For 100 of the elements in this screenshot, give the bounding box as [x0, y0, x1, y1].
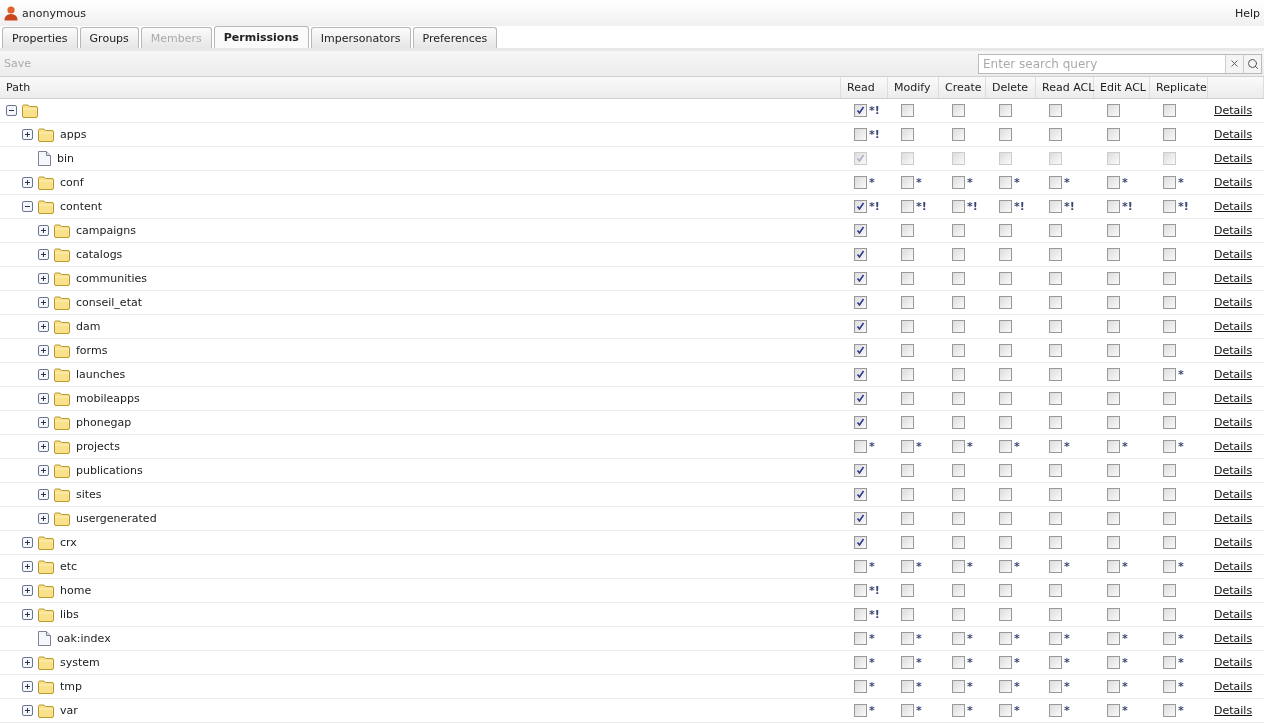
permission-checkbox[interactable] — [952, 488, 965, 501]
expand-icon[interactable] — [38, 345, 49, 356]
permission-checkbox[interactable] — [1049, 344, 1062, 357]
permission-checkbox[interactable] — [854, 368, 867, 381]
details-link[interactable]: Details — [1214, 704, 1253, 717]
permission-checkbox[interactable] — [1163, 416, 1176, 429]
details-link[interactable]: Details — [1214, 320, 1253, 333]
node-name[interactable]: projects — [76, 440, 120, 453]
permission-checkbox[interactable] — [854, 416, 867, 429]
permission-checkbox[interactable] — [999, 560, 1012, 573]
permission-checkbox[interactable] — [952, 248, 965, 261]
permission-checkbox[interactable] — [1107, 368, 1120, 381]
permission-checkbox[interactable] — [1163, 368, 1176, 381]
node-name[interactable]: phonegap — [76, 416, 132, 429]
permission-checkbox[interactable] — [1049, 680, 1062, 693]
node-name[interactable]: conseil_etat — [76, 296, 142, 309]
permission-checkbox[interactable] — [952, 416, 965, 429]
permission-checkbox[interactable] — [999, 200, 1012, 213]
permission-checkbox[interactable] — [1163, 104, 1176, 117]
node-name[interactable]: etc — [60, 560, 78, 573]
node-name[interactable]: conf — [60, 176, 84, 189]
permission-checkbox[interactable] — [952, 104, 965, 117]
permission-checkbox[interactable] — [1049, 440, 1062, 453]
permission-checkbox[interactable] — [1049, 128, 1062, 141]
permission-checkbox[interactable] — [1107, 512, 1120, 525]
permission-checkbox[interactable] — [1163, 536, 1176, 549]
column-header[interactable]: Create — [939, 77, 986, 98]
details-link[interactable]: Details — [1214, 608, 1253, 621]
permission-checkbox[interactable] — [952, 536, 965, 549]
permission-checkbox[interactable] — [1163, 248, 1176, 261]
permission-checkbox[interactable] — [854, 128, 867, 141]
permission-checkbox[interactable] — [1049, 368, 1062, 381]
permission-checkbox[interactable] — [1107, 128, 1120, 141]
expand-icon[interactable] — [22, 561, 33, 572]
node-name[interactable]: campaigns — [76, 224, 136, 237]
permission-checkbox[interactable] — [854, 248, 867, 261]
details-link[interactable]: Details — [1214, 584, 1253, 597]
permission-checkbox[interactable] — [854, 656, 867, 669]
permission-checkbox[interactable] — [1163, 440, 1176, 453]
permission-checkbox[interactable] — [1049, 704, 1062, 717]
details-link[interactable]: Details — [1214, 512, 1253, 525]
node-name[interactable]: forms — [76, 344, 108, 357]
permission-checkbox[interactable] — [901, 248, 914, 261]
permission-checkbox[interactable] — [1107, 272, 1120, 285]
permission-checkbox[interactable] — [1163, 584, 1176, 597]
permission-checkbox[interactable] — [999, 512, 1012, 525]
permission-checkbox[interactable] — [901, 344, 914, 357]
clear-button[interactable] — [1225, 54, 1243, 73]
permission-checkbox[interactable] — [854, 296, 867, 309]
details-link[interactable]: Details — [1214, 536, 1253, 549]
expand-icon[interactable] — [22, 657, 33, 668]
details-link[interactable]: Details — [1214, 656, 1253, 669]
permission-checkbox[interactable] — [1049, 416, 1062, 429]
details-link[interactable]: Details — [1214, 104, 1253, 117]
details-link[interactable]: Details — [1214, 248, 1253, 261]
permission-checkbox[interactable] — [1163, 320, 1176, 333]
details-link[interactable]: Details — [1214, 296, 1253, 309]
permission-checkbox[interactable] — [999, 632, 1012, 645]
permission-checkbox[interactable] — [1049, 632, 1062, 645]
permission-checkbox[interactable] — [952, 440, 965, 453]
expand-icon[interactable] — [38, 489, 49, 500]
permission-checkbox[interactable] — [1163, 560, 1176, 573]
permission-checkbox[interactable] — [952, 392, 965, 405]
permission-checkbox[interactable] — [952, 296, 965, 309]
node-name[interactable]: tmp — [60, 680, 82, 693]
permission-checkbox[interactable] — [952, 200, 965, 213]
permission-checkbox[interactable] — [1163, 296, 1176, 309]
permission-checkbox[interactable] — [854, 200, 867, 213]
permission-checkbox[interactable] — [901, 632, 914, 645]
permission-checkbox[interactable] — [952, 680, 965, 693]
permission-checkbox[interactable] — [1107, 464, 1120, 477]
node-name[interactable]: oak:index — [57, 632, 111, 645]
permission-checkbox[interactable] — [854, 464, 867, 477]
details-link[interactable]: Details — [1214, 488, 1253, 501]
tab[interactable]: Preferences — [412, 27, 498, 48]
permission-checkbox[interactable] — [1049, 200, 1062, 213]
details-link[interactable]: Details — [1214, 176, 1253, 189]
permission-checkbox[interactable] — [1163, 200, 1176, 213]
details-link[interactable]: Details — [1214, 680, 1253, 693]
permission-checkbox[interactable] — [1107, 392, 1120, 405]
permission-checkbox[interactable] — [854, 272, 867, 285]
permission-checkbox[interactable] — [999, 224, 1012, 237]
permission-checkbox[interactable] — [952, 512, 965, 525]
permission-checkbox[interactable] — [952, 632, 965, 645]
expand-icon[interactable] — [22, 129, 33, 140]
permission-checkbox[interactable] — [999, 176, 1012, 189]
permission-checkbox[interactable] — [999, 608, 1012, 621]
permission-checkbox[interactable] — [901, 440, 914, 453]
permission-checkbox[interactable] — [901, 296, 914, 309]
permission-checkbox[interactable] — [1107, 656, 1120, 669]
permission-checkbox[interactable] — [1049, 656, 1062, 669]
permission-checkbox[interactable] — [1163, 224, 1176, 237]
permission-checkbox[interactable] — [1107, 176, 1120, 189]
permission-checkbox[interactable] — [1163, 176, 1176, 189]
permission-checkbox[interactable] — [854, 320, 867, 333]
expand-icon[interactable] — [38, 321, 49, 332]
permission-checkbox[interactable] — [901, 608, 914, 621]
permission-checkbox[interactable] — [999, 320, 1012, 333]
permission-checkbox[interactable] — [999, 104, 1012, 117]
permission-checkbox[interactable] — [999, 272, 1012, 285]
